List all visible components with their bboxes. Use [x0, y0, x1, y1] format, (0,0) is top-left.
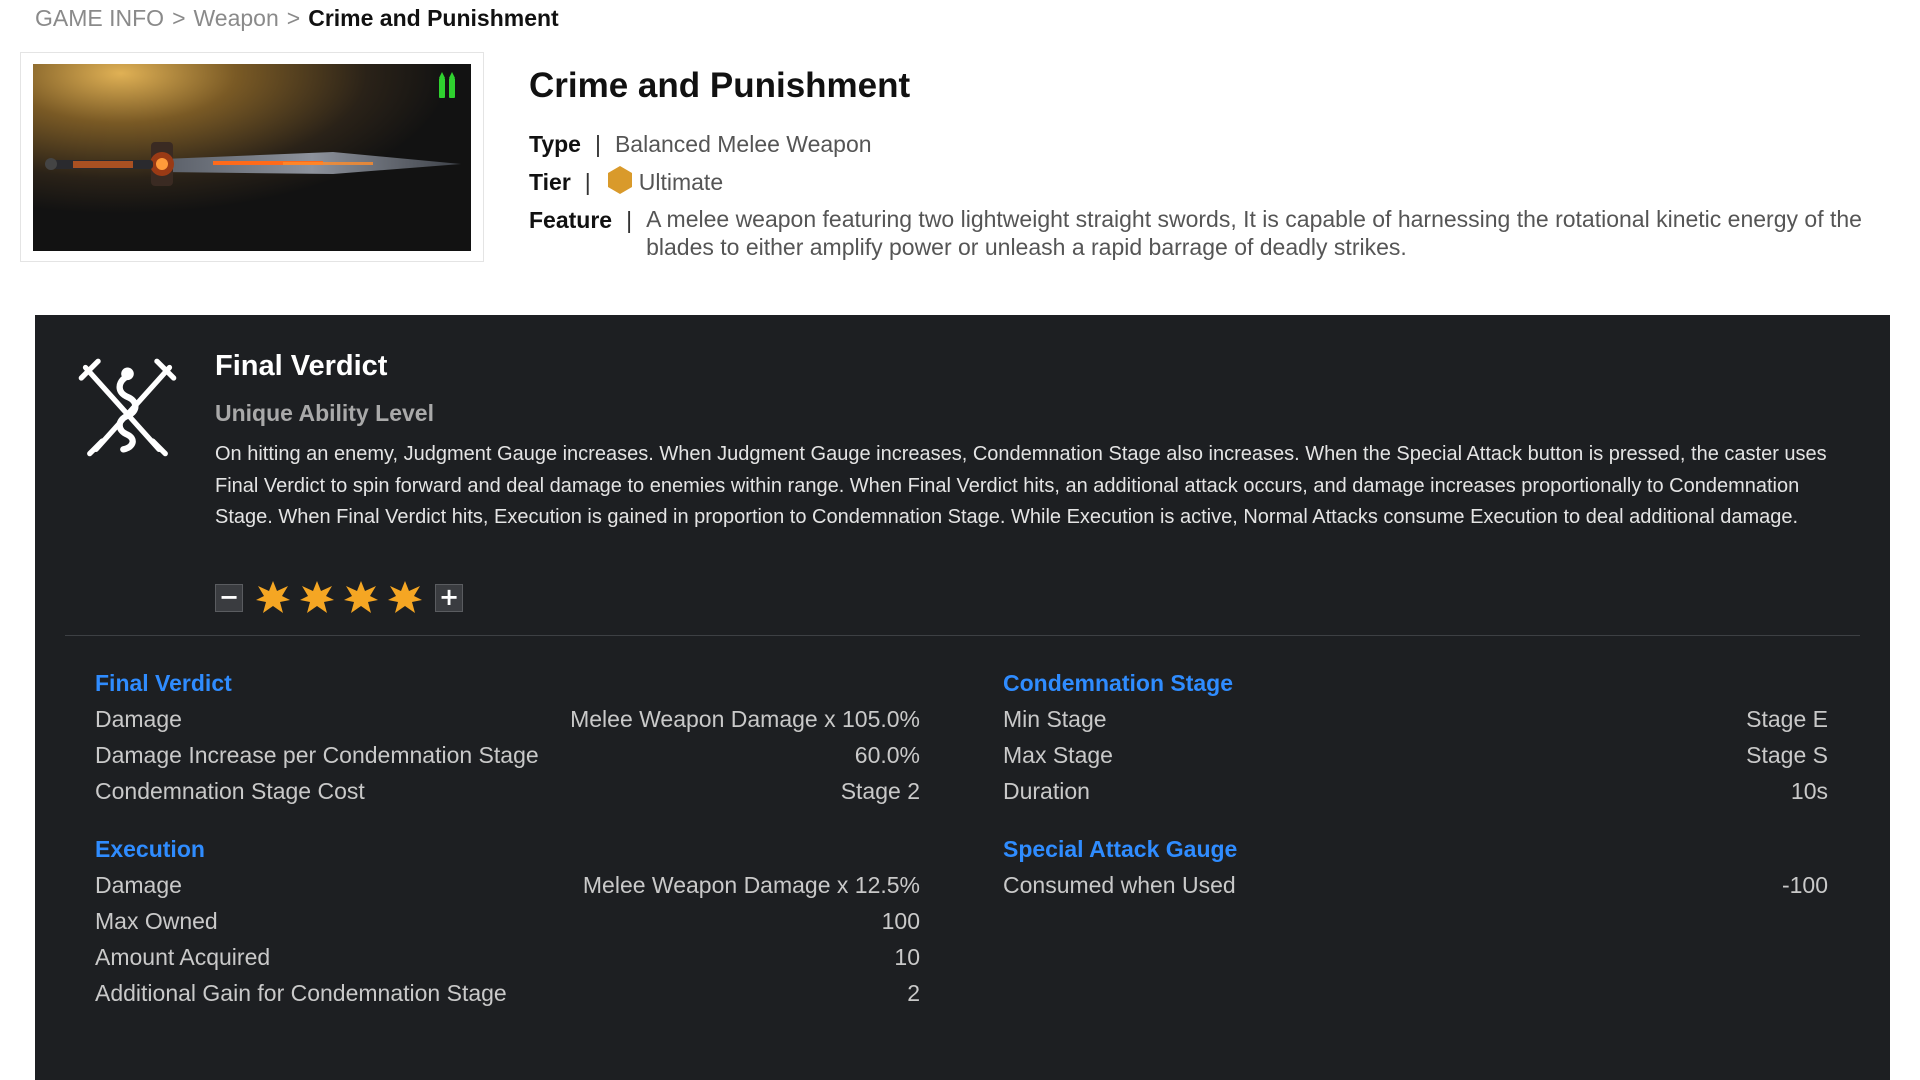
- stat-row: Additional Gain for Condemnation Stage 2: [95, 975, 920, 1011]
- stat-label: Condemnation Stage Cost: [95, 778, 365, 804]
- level-star-icon: [344, 581, 378, 613]
- level-star-icon: [388, 581, 422, 613]
- stat-group-title: Special Attack Gauge: [1003, 836, 1238, 862]
- stat-value: Stage 2: [840, 778, 920, 804]
- tier-label: Tier: [529, 169, 571, 195]
- divider: |: [584, 169, 591, 195]
- level-star-icon: [256, 581, 290, 613]
- stat-row: Damage Melee Weapon Damage x 12.5%: [95, 867, 920, 903]
- ability-panel: Final Verdict Unique Ability Level On hi…: [35, 315, 1890, 1080]
- stat-group-condemnation-stage: Condemnation Stage Min Stage Stage E Max…: [1003, 665, 1828, 809]
- breadcrumb-link-game-info[interactable]: GAME INFO: [35, 5, 164, 31]
- stat-label: Duration: [1003, 778, 1090, 804]
- tier-value-wrap: Ultimate: [605, 166, 724, 199]
- stat-value: 2: [907, 980, 920, 1006]
- ammo-icon: [439, 72, 455, 98]
- stats-left-column: Final Verdict Damage Melee Weapon Damage…: [95, 665, 920, 1033]
- stat-row: Amount Acquired 10: [95, 939, 920, 975]
- stat-row: Min Stage Stage E: [1003, 701, 1828, 737]
- ability-subtitle: Unique Ability Level: [215, 400, 434, 426]
- breadcrumb: GAME INFO > Weapon > Crime and Punishment: [35, 5, 559, 32]
- stat-value: 10s: [1790, 778, 1828, 804]
- type-label: Type: [529, 131, 581, 157]
- ability-level-control: − +: [215, 580, 463, 616]
- weapon-image-card: [20, 52, 484, 262]
- stat-label: Min Stage: [1003, 706, 1107, 732]
- info-tier-row: Tier | Ultimate: [529, 166, 724, 199]
- info-type-row: Type | Balanced Melee Weapon: [529, 131, 872, 158]
- weapon-image: [33, 64, 471, 251]
- breadcrumb-link-weapon[interactable]: Weapon: [194, 5, 279, 31]
- hexagon-icon: [607, 166, 632, 194]
- divider: |: [594, 131, 601, 157]
- level-star-icon: [300, 581, 334, 613]
- stat-row: Damage Melee Weapon Damage x 105.0%: [95, 701, 920, 737]
- crossed-swords-icon: [78, 358, 177, 457]
- stat-value: Melee Weapon Damage x 12.5%: [582, 872, 920, 898]
- stat-group-title: Execution: [95, 836, 205, 862]
- stat-value: 100: [881, 908, 920, 934]
- breadcrumb-separator: >: [286, 5, 301, 31]
- tier-value: Ultimate: [638, 169, 724, 196]
- feature-value: A melee weapon featuring two lightweight…: [646, 206, 1862, 260]
- stat-label: Damage: [95, 872, 182, 898]
- stat-row: Consumed when Used -100: [1003, 867, 1828, 903]
- stat-value: Melee Weapon Damage x 105.0%: [570, 706, 920, 732]
- level-increase-button[interactable]: +: [435, 584, 463, 612]
- stats-right-column: Condemnation Stage Min Stage Stage E Max…: [1003, 665, 1828, 925]
- ability-name: Final Verdict: [215, 350, 388, 382]
- breadcrumb-current: Crime and Punishment: [308, 5, 559, 31]
- stat-label: Max Owned: [95, 908, 218, 934]
- stat-row: Condemnation Stage Cost Stage 2: [95, 773, 920, 809]
- divider: |: [626, 207, 633, 233]
- stat-label: Damage Increase per Condemnation Stage: [95, 742, 539, 768]
- panel-divider: [65, 635, 1860, 636]
- stat-label: Consumed when Used: [1003, 872, 1236, 898]
- stat-row: Duration 10s: [1003, 773, 1828, 809]
- stat-value: Stage S: [1746, 742, 1828, 768]
- stat-row: Damage Increase per Condemnation Stage 6…: [95, 737, 920, 773]
- level-decrease-button[interactable]: −: [215, 584, 243, 612]
- stat-value: 60.0%: [854, 742, 920, 768]
- stat-label: Damage: [95, 706, 182, 732]
- stat-value: Stage E: [1746, 706, 1828, 732]
- stat-row: Max Stage Stage S: [1003, 737, 1828, 773]
- info-feature-row: Feature | A melee weapon featuring two l…: [529, 206, 1899, 261]
- stat-label: Max Stage: [1003, 742, 1113, 768]
- ability-description: On hitting an enemy, Judgment Gauge incr…: [215, 443, 1827, 528]
- stat-group-execution: Execution Damage Melee Weapon Damage x 1…: [95, 831, 920, 1011]
- sword-icon: [33, 64, 471, 251]
- feature-label: Feature: [529, 207, 613, 233]
- weapon-title: Crime and Punishment: [529, 66, 911, 105]
- stat-group-final-verdict: Final Verdict Damage Melee Weapon Damage…: [95, 665, 920, 809]
- stat-group-title: Final Verdict: [95, 670, 232, 696]
- breadcrumb-separator: >: [172, 5, 186, 31]
- stat-value: 10: [894, 944, 920, 970]
- stat-label: Additional Gain for Condemnation Stage: [95, 980, 507, 1006]
- stat-row: Max Owned 100: [95, 903, 920, 939]
- stat-label: Amount Acquired: [95, 944, 271, 970]
- stat-group-title: Condemnation Stage: [1003, 670, 1234, 696]
- stat-group-special-attack-gauge: Special Attack Gauge Consumed when Used …: [1003, 831, 1828, 903]
- stat-value: -100: [1781, 872, 1828, 898]
- type-value: Balanced Melee Weapon: [614, 131, 872, 157]
